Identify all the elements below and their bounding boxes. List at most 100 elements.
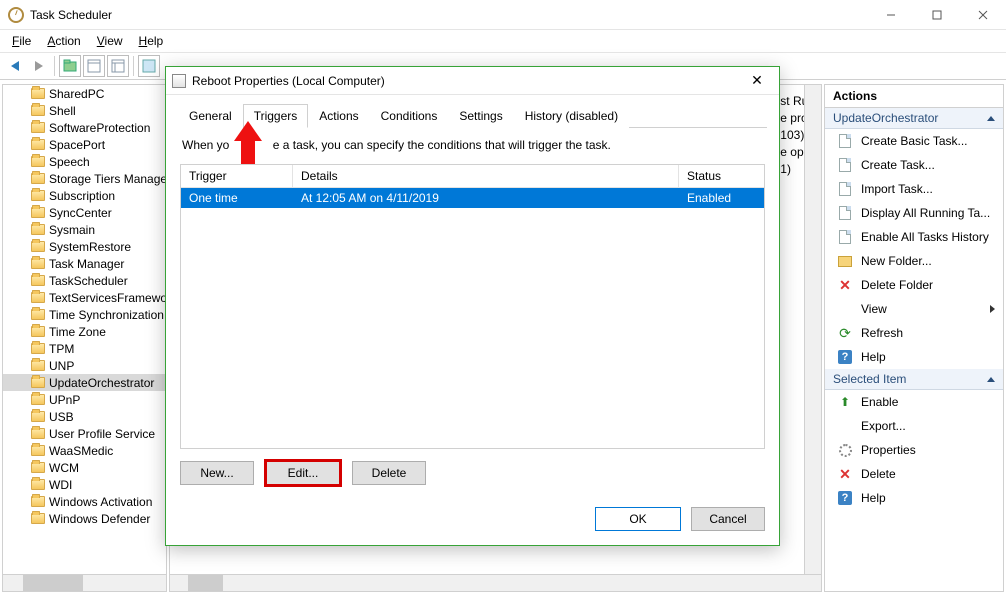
actions-header: Actions — [825, 85, 1003, 108]
action-item[interactable]: ?Help — [825, 486, 1003, 510]
folder-icon — [31, 343, 45, 354]
menu-view[interactable]: View — [91, 32, 129, 50]
action-item[interactable]: Enable All Tasks History — [825, 225, 1003, 249]
menu-action[interactable]: Action — [41, 32, 86, 50]
tree-item[interactable]: UNP — [3, 357, 166, 374]
tree-item[interactable]: TaskScheduler — [3, 272, 166, 289]
tree-item-label: Shell — [49, 104, 76, 118]
tree-item[interactable]: Shell — [3, 102, 166, 119]
tab-actions[interactable]: Actions — [308, 104, 369, 128]
tree-item[interactable]: TextServicesFramework — [3, 289, 166, 306]
action-label: Help — [861, 491, 886, 505]
actions-group-selected[interactable]: Selected Item — [825, 369, 1003, 390]
tree-item[interactable]: Speech — [3, 153, 166, 170]
col-details[interactable]: Details — [293, 165, 679, 187]
submenu-arrow-icon — [990, 305, 995, 313]
tree-item[interactable]: Storage Tiers Management — [3, 170, 166, 187]
folder-tree[interactable]: SharedPC Shell SoftwareProtectionSpacePort… — [2, 84, 167, 592]
action-item[interactable]: View — [825, 297, 1003, 321]
action-item[interactable]: Create Task... — [825, 153, 1003, 177]
toolbar-btn-2[interactable] — [83, 55, 105, 77]
properties-icon — [837, 442, 853, 458]
tree-item[interactable]: Time Synchronization — [3, 306, 166, 323]
menu-file[interactable]: File — [6, 32, 37, 50]
tree-item[interactable]: TPM — [3, 340, 166, 357]
action-item[interactable]: ✕ Delete Folder — [825, 273, 1003, 297]
action-item[interactable]: ⟳Refresh — [825, 321, 1003, 345]
enable-icon: ⬆ — [837, 394, 853, 410]
tree-item[interactable]: User Profile Service — [3, 425, 166, 442]
action-item[interactable]: New Folder... — [825, 249, 1003, 273]
action-item[interactable]: ?Help — [825, 345, 1003, 369]
import-icon — [837, 181, 853, 197]
minimize-button[interactable] — [868, 0, 914, 30]
tab-conditions[interactable]: Conditions — [370, 104, 449, 128]
tree-item-label: TextServicesFramework — [49, 291, 167, 305]
delete-button[interactable]: Delete — [352, 461, 426, 485]
tree-item[interactable]: UPnP — [3, 391, 166, 408]
list-v-scrollbar[interactable] — [804, 85, 821, 574]
tree-item[interactable]: WaaSMedic — [3, 442, 166, 459]
tree-h-scrollbar[interactable] — [3, 574, 166, 591]
tree-item[interactable]: SystemRestore — [3, 238, 166, 255]
action-label: Refresh — [861, 326, 903, 340]
tree-item[interactable]: SyncCenter — [3, 204, 166, 221]
action-item[interactable]: ✕Delete — [825, 462, 1003, 486]
back-button[interactable] — [4, 55, 26, 77]
cell-details: At 12:05 AM on 4/11/2019 — [293, 188, 679, 208]
action-item[interactable]: Create Basic Task... — [825, 129, 1003, 153]
tree-item[interactable]: Subscription — [3, 187, 166, 204]
maximize-button[interactable] — [914, 0, 960, 30]
col-trigger[interactable]: Trigger — [181, 165, 293, 187]
tree-item[interactable]: Task Manager — [3, 255, 166, 272]
tree-item[interactable]: SoftwareProtection — [3, 119, 166, 136]
tree-item-label: Time Zone — [49, 325, 106, 339]
tab-general[interactable]: General — [178, 104, 243, 128]
action-item[interactable]: Import Task... — [825, 177, 1003, 201]
dialog-title: Reboot Properties (Local Computer) — [192, 74, 741, 88]
action-item[interactable]: ⬆Enable — [825, 390, 1003, 414]
edit-button[interactable]: Edit... — [266, 461, 340, 485]
toolbar-btn-1[interactable] — [59, 55, 81, 77]
annotation-arrow-icon — [234, 121, 262, 141]
tree-item[interactable]: WCM — [3, 459, 166, 476]
action-item[interactable]: Properties — [825, 438, 1003, 462]
dialog-close-button[interactable]: ✕ — [741, 72, 773, 89]
action-item[interactable]: Export... — [825, 414, 1003, 438]
tree-item[interactable]: Time Zone — [3, 323, 166, 340]
menu-help[interactable]: Help — [133, 32, 170, 50]
tree-item[interactable]: Windows Defender — [3, 510, 166, 527]
tree-item[interactable]: SpacePort — [3, 136, 166, 153]
table-row[interactable]: One time At 12:05 AM on 4/11/2019 Enable… — [181, 188, 764, 208]
delete-icon: ✕ — [837, 277, 853, 293]
col-status[interactable]: Status — [679, 165, 764, 187]
tree-item[interactable]: Windows Activation — [3, 493, 166, 510]
toolbar-btn-3[interactable] — [107, 55, 129, 77]
export-icon — [837, 418, 853, 434]
actions-group-folder[interactable]: UpdateOrchestrator — [825, 108, 1003, 129]
tree-item[interactable]: Sysmain — [3, 221, 166, 238]
forward-button[interactable] — [28, 55, 50, 77]
triggers-table[interactable]: Trigger Details Status One time At 12:05… — [180, 164, 765, 449]
tree-item-label: SoftwareProtection — [49, 121, 150, 135]
ok-button[interactable]: OK — [595, 507, 681, 531]
toolbar-btn-4[interactable] — [138, 55, 160, 77]
tab-settings[interactable]: Settings — [448, 104, 513, 128]
new-button[interactable]: New... — [180, 461, 254, 485]
folder-icon — [31, 139, 45, 150]
tab-strip: General Triggers Actions Conditions Sett… — [178, 103, 767, 128]
tree-item-label: TPM — [49, 342, 74, 356]
tree-item[interactable]: WDI — [3, 476, 166, 493]
tree-item[interactable]: SharedPC — [3, 85, 166, 102]
action-item[interactable]: Display All Running Ta... — [825, 201, 1003, 225]
folder-icon — [31, 428, 45, 439]
list-h-scrollbar[interactable] — [170, 574, 821, 591]
cancel-button[interactable]: Cancel — [691, 507, 765, 531]
tree-item[interactable]: UpdateOrchestrator — [3, 374, 166, 391]
tree-item[interactable]: USB — [3, 408, 166, 425]
tab-history[interactable]: History (disabled) — [514, 104, 629, 128]
action-label: Delete Folder — [861, 278, 933, 292]
collapse-icon — [987, 377, 995, 382]
close-button[interactable] — [960, 0, 1006, 30]
folder-icon — [31, 479, 45, 490]
